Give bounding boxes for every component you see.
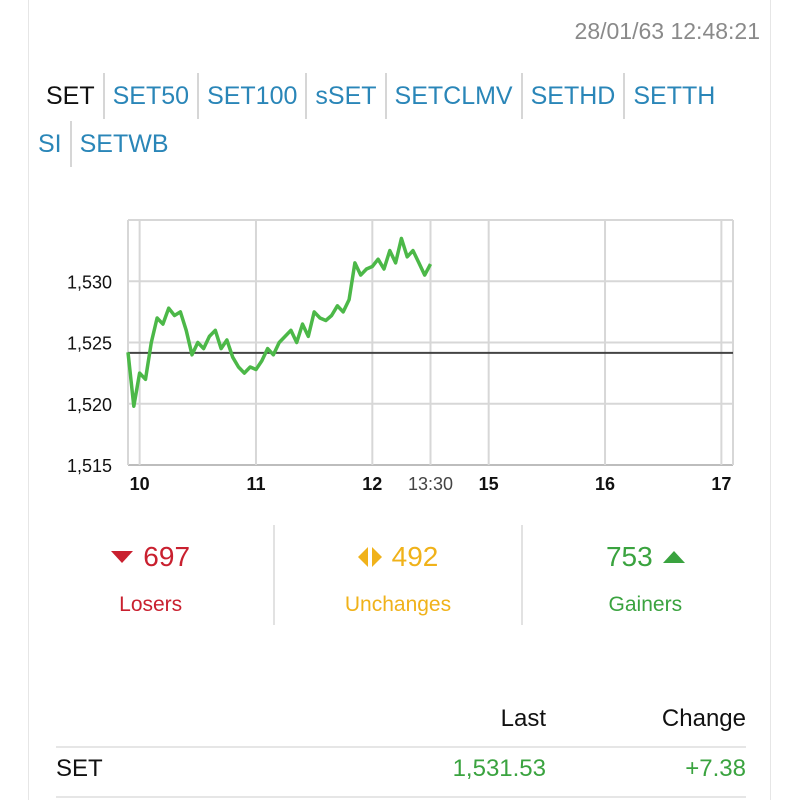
unchanges-count: 492 <box>391 541 439 572</box>
up-triangle-icon <box>662 551 685 563</box>
table-divider <box>56 746 746 748</box>
row-index-name: SET <box>56 755 103 782</box>
row-last-value: 1,531.53 <box>452 755 546 782</box>
x-tick-label: 16 <box>595 474 615 494</box>
gainers-count: 753 <box>605 541 653 572</box>
gainers-stat: 753 Gainers <box>523 525 768 625</box>
row-change-value: +7.38 <box>685 755 746 782</box>
left-right-triangle-icon <box>357 547 382 567</box>
losers-stat: 697 Losers <box>28 525 276 625</box>
x-tick-label: 17 <box>711 474 731 494</box>
unchanges-stat: 492 Unchanges <box>275 525 523 625</box>
index-series-line <box>126 236 433 408</box>
x-tick-label: 13:30 <box>408 474 453 494</box>
header-last: Last <box>500 705 546 732</box>
table-row[interactable]: SET 1,531.53 +7.38 <box>56 755 746 795</box>
unchanges-label: Unchanges <box>344 593 452 616</box>
y-tick-label: 1,530 <box>67 272 112 292</box>
y-tick-label: 1,520 <box>67 395 112 415</box>
x-tick-label: 10 <box>130 474 150 494</box>
losers-label: Losers <box>119 593 183 616</box>
x-tick-label: 12 <box>362 474 382 494</box>
table-divider-bottom <box>56 796 746 798</box>
x-tick-label: 15 <box>479 474 499 494</box>
y-tick-label: 1,525 <box>67 334 112 354</box>
y-tick-label: 1,515 <box>67 456 112 476</box>
x-tick-label: 11 <box>246 474 265 494</box>
market-breadth: 697 Losers 492 Unchanges 753 Gainers <box>28 525 768 625</box>
down-triangle-icon <box>111 551 134 563</box>
gainers-label: Gainers <box>608 593 683 616</box>
header-change: Change <box>661 705 746 732</box>
index-line-chart: 1,515 1,520 1,525 1,530 10 11 12 13:30 15 16 17 <box>67 219 734 494</box>
table-header: Last Change <box>56 705 746 745</box>
losers-count: 697 <box>143 541 191 572</box>
